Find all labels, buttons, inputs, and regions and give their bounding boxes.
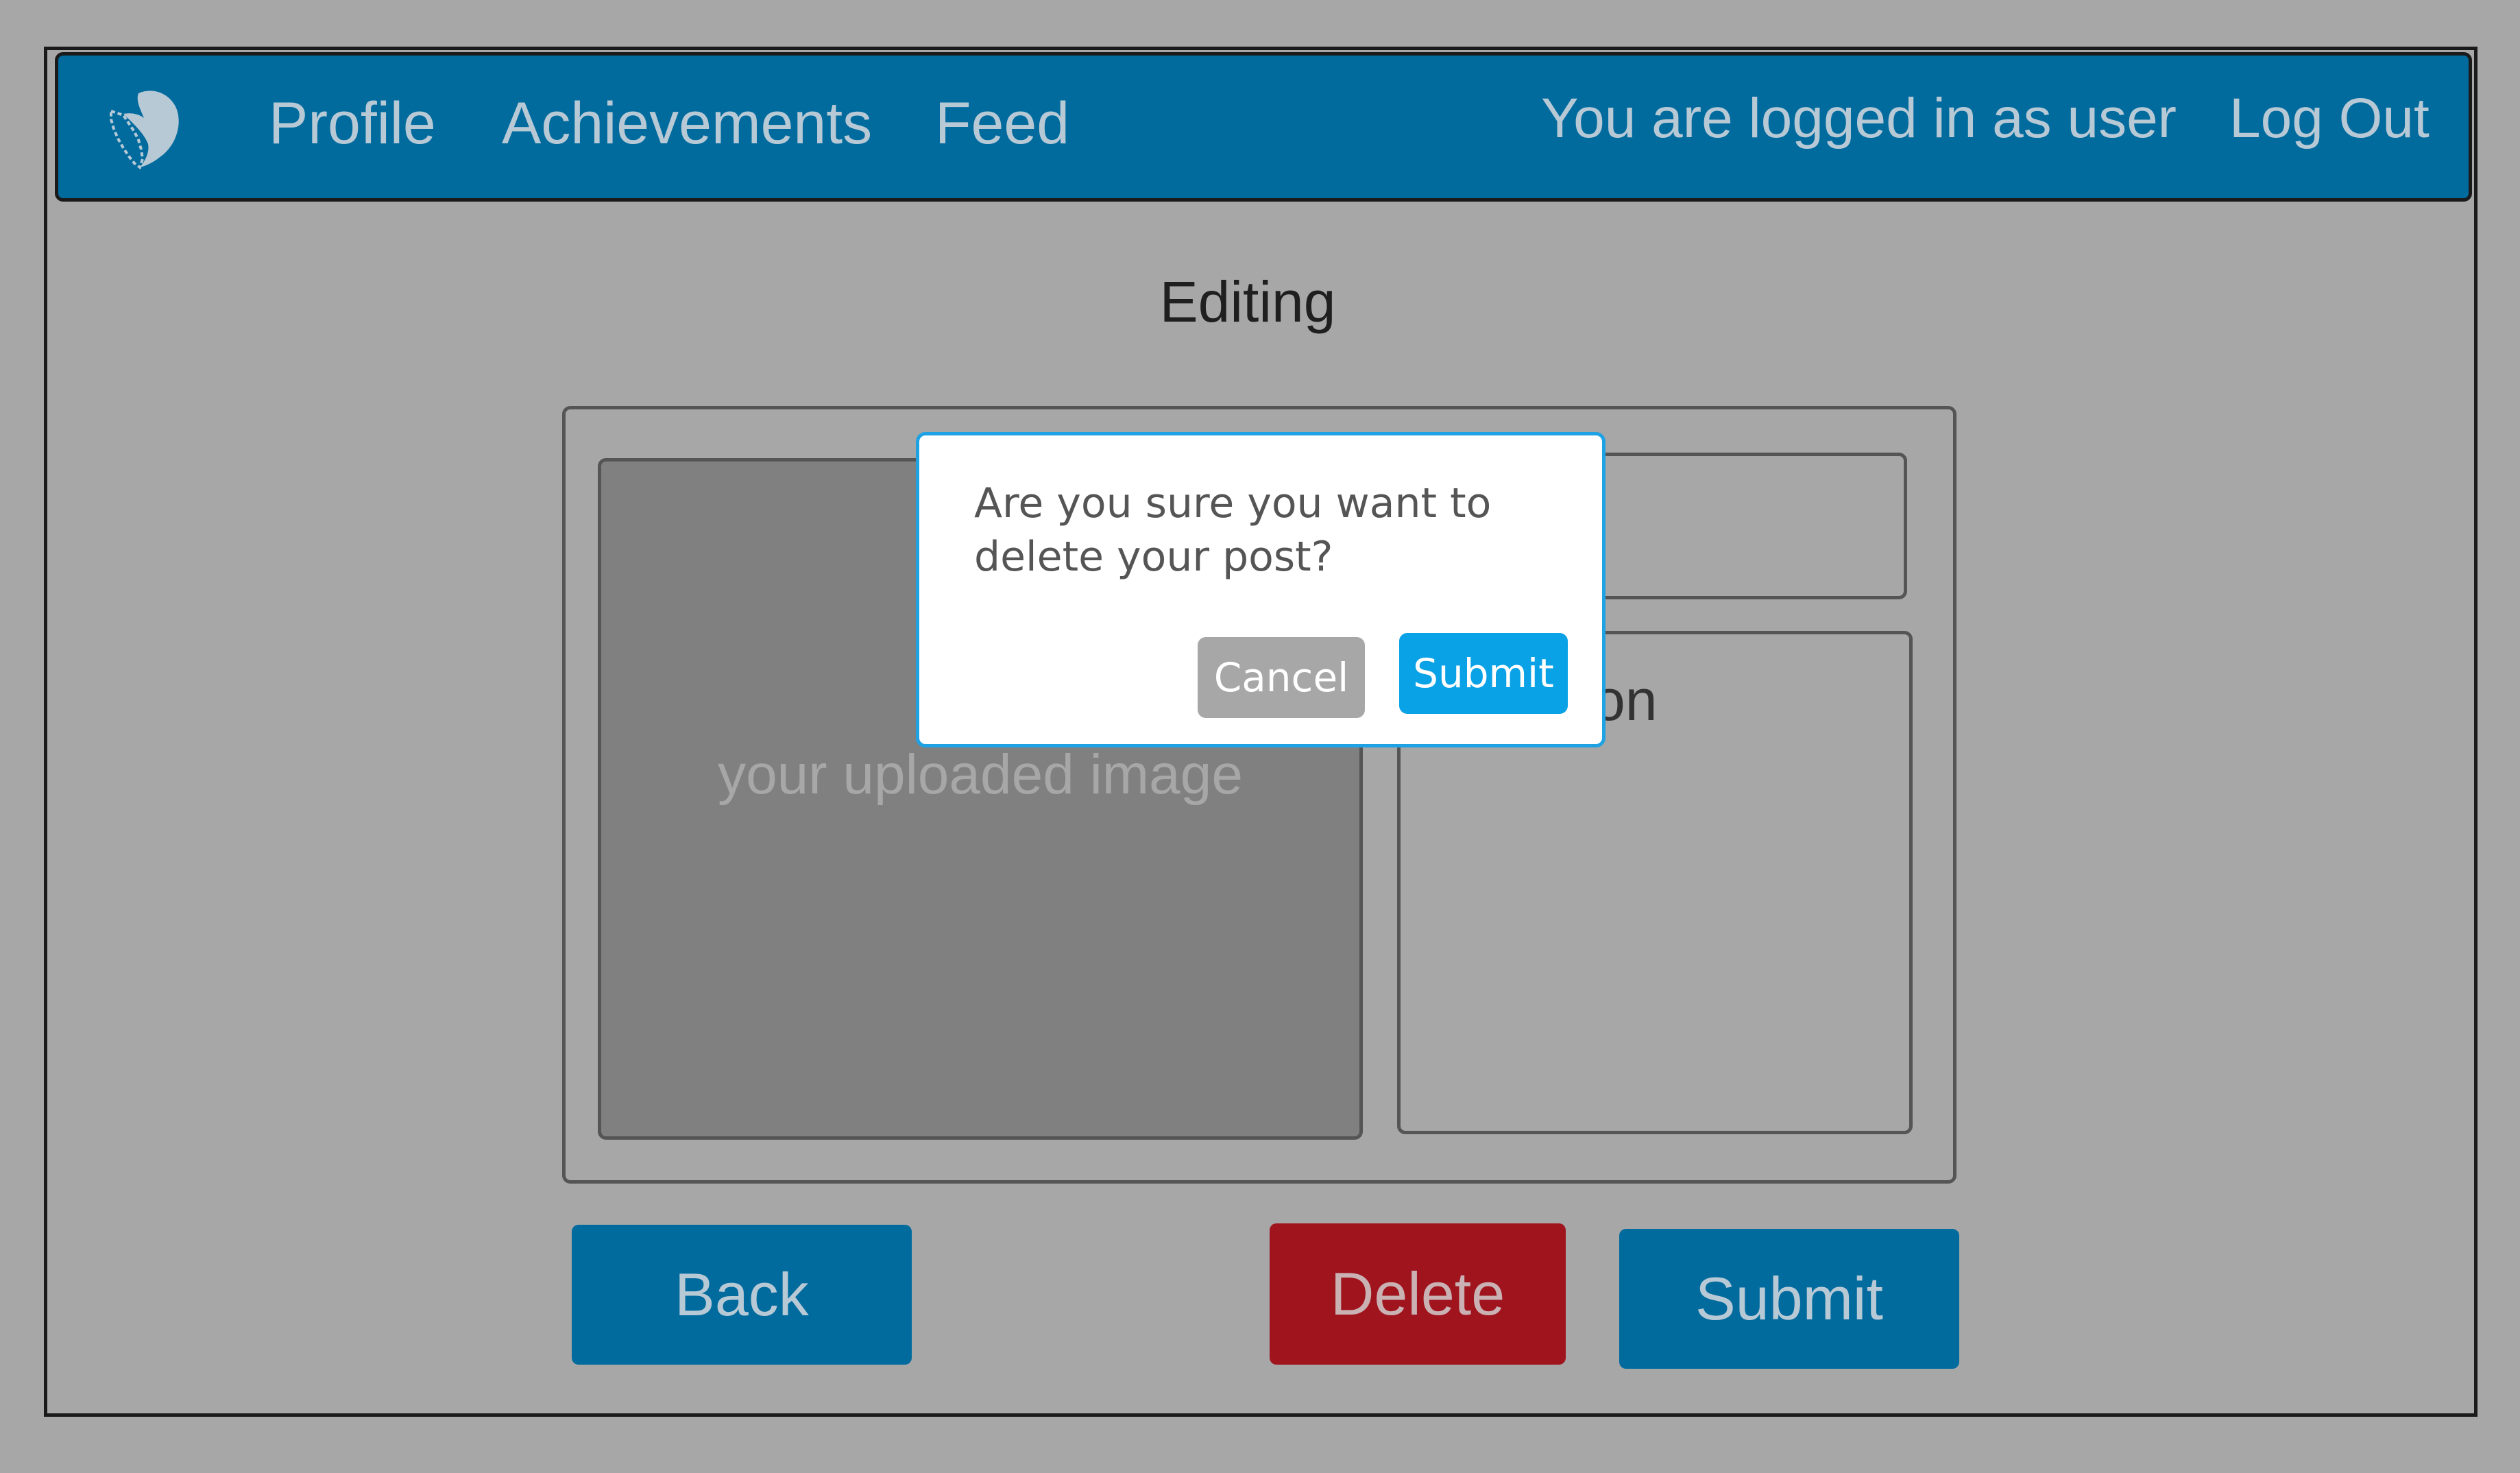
image-placeholder-text: your uploaded image bbox=[718, 743, 1243, 806]
delete-button[interactable]: Delete bbox=[1270, 1223, 1566, 1365]
dialog-cancel-button[interactable]: Cancel bbox=[1198, 637, 1365, 718]
nav-link-achievements[interactable]: Achievements bbox=[502, 86, 872, 161]
title-input[interactable] bbox=[1577, 453, 1907, 599]
dialog-message: Are you sure you want to delete your pos… bbox=[974, 479, 1492, 581]
nav-link-feed[interactable]: Feed bbox=[935, 86, 1069, 161]
back-button[interactable]: Back bbox=[572, 1225, 912, 1365]
page-title: Editing bbox=[1159, 270, 1336, 334]
logout-link[interactable]: Log Out bbox=[2229, 81, 2430, 156]
delete-confirm-dialog: Are you sure you want to delete your pos… bbox=[916, 432, 1606, 747]
login-status-text: You are logged in as user bbox=[1541, 87, 2177, 149]
caption-label: tion bbox=[1564, 668, 1658, 732]
dialog-submit-button[interactable]: Submit bbox=[1399, 633, 1568, 714]
submit-button[interactable]: Submit bbox=[1619, 1229, 1959, 1369]
bird-logo-icon[interactable] bbox=[96, 81, 192, 177]
nav-link-profile[interactable]: Profile bbox=[269, 86, 436, 161]
